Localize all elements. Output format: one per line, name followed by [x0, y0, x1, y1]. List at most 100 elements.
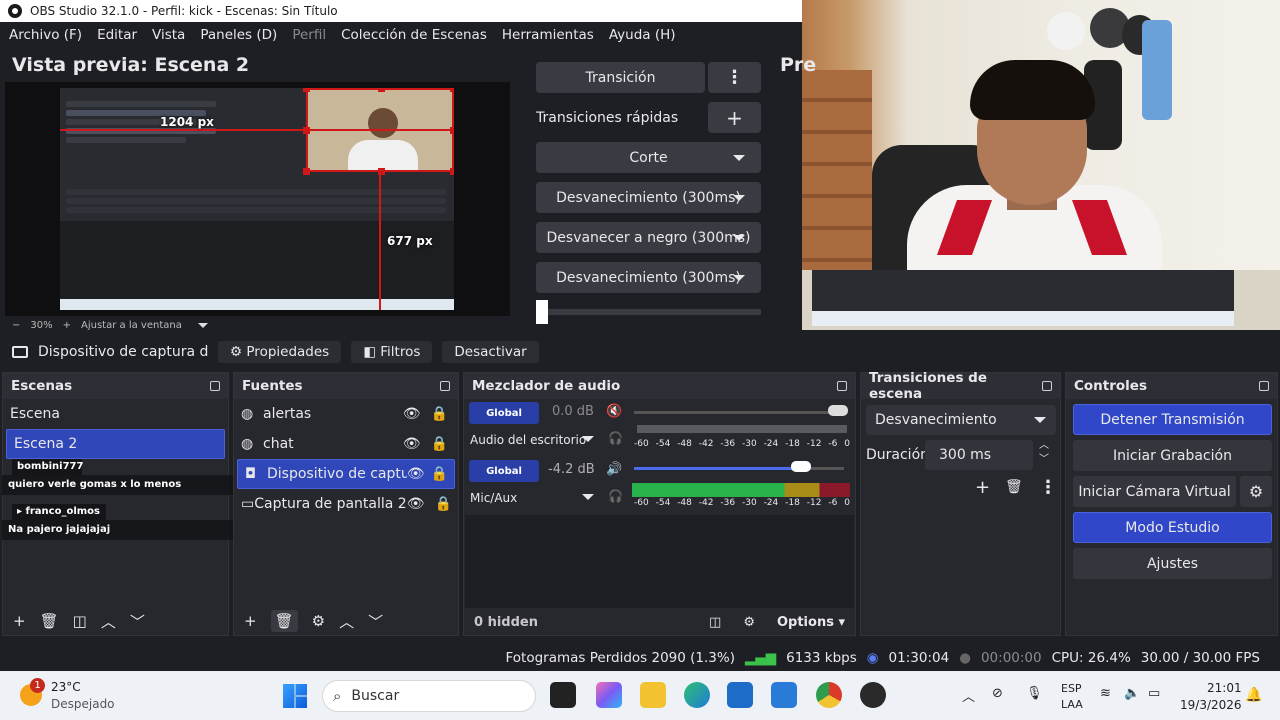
add-icon[interactable]: + [244, 612, 257, 630]
duration-stepper[interactable]: ︿ ﹀ [1039, 439, 1049, 467]
menu-coleccion[interactable]: Colección de Escenas [341, 27, 487, 43]
properties-button[interactable]: ⚙ Propiedades [218, 341, 342, 363]
gear-icon[interactable]: ⚙ [1240, 476, 1272, 507]
start-recording-button[interactable]: Iniciar Grabación [1073, 440, 1272, 471]
resize-handle[interactable] [450, 168, 454, 175]
transition-slider-handle[interactable] [536, 300, 548, 324]
copilot-icon[interactable] [596, 682, 622, 708]
battery-icon[interactable]: ▭ [1148, 686, 1160, 701]
clock-date[interactable]: 19/3/2026 [1180, 698, 1242, 712]
gear-icon[interactable]: ⚙ [743, 615, 755, 630]
stop-stream-button[interactable]: Detener Transmisión [1073, 404, 1272, 435]
volume-slider-handle[interactable] [791, 461, 811, 472]
microphone-icon[interactable]: 🎙 [1026, 686, 1043, 701]
global-badge[interactable]: Global [469, 460, 539, 482]
scene-item[interactable]: Escena [3, 399, 228, 429]
menu-archivo[interactable]: Archivo (F) [9, 27, 82, 43]
notification-bell-icon[interactable]: 🔔 [1245, 687, 1262, 703]
eye-icon[interactable]: 👁 [407, 466, 425, 482]
wifi-icon[interactable]: ≋ [1100, 686, 1111, 701]
source-item[interactable]: ◍ alertas 👁 🔒 [234, 399, 458, 429]
chevron-down-icon[interactable] [582, 436, 594, 442]
resize-handle[interactable] [303, 168, 310, 175]
eye-icon[interactable]: 👁 [403, 436, 421, 452]
filters-button[interactable]: ◧ Filtros [351, 341, 433, 363]
obs-taskbar-icon[interactable] [860, 682, 886, 708]
trash-icon[interactable]: 🗑 [40, 612, 59, 630]
lock-icon[interactable]: 🔒 [431, 466, 448, 482]
chevron-down-icon[interactable] [197, 322, 208, 328]
studio-mode-button[interactable]: Modo Estudio [1073, 512, 1272, 543]
more-vertical-icon[interactable]: ⋮ [1039, 477, 1057, 498]
source-item-selected[interactable]: ◘Dispositivo de captura👁🔒 [237, 459, 455, 489]
eye-icon[interactable]: 👁 [403, 406, 421, 422]
lock-icon[interactable]: 🔒 [431, 436, 448, 452]
deactivate-button[interactable]: Desactivar [442, 341, 539, 363]
scene-item-selected[interactable]: Escena 2 [6, 429, 225, 459]
volume-slider-handle[interactable] [828, 405, 848, 416]
menu-perfil[interactable]: Perfil [292, 27, 326, 43]
chevron-up-icon[interactable]: ︿ [339, 611, 354, 632]
gear-icon[interactable]: ⚙ [312, 612, 325, 630]
edge-icon[interactable] [684, 682, 710, 708]
zoom-out-button[interactable]: − [12, 320, 20, 331]
file-explorer-icon[interactable] [640, 682, 666, 708]
global-badge[interactable]: Global [469, 402, 539, 424]
chevron-up-icon[interactable]: ︿ [101, 611, 116, 632]
virtual-camera-button[interactable]: Iniciar Cámara Virtual [1073, 476, 1236, 507]
quick-transition-fade-black[interactable]: Desvanecer a negro (300ms) [536, 222, 761, 253]
quick-transition-fade-1[interactable]: Desvanecimiento (300ms) [536, 182, 761, 213]
resize-handle[interactable] [450, 88, 454, 92]
duration-input[interactable]: 300 ms [925, 440, 1033, 470]
chevron-down-icon[interactable] [582, 494, 594, 500]
resize-handle[interactable] [378, 88, 385, 92]
lang-code[interactable]: ESP [1061, 682, 1082, 695]
menu-editar[interactable]: Editar [97, 27, 137, 43]
zoom-fit[interactable]: Ajustar a la ventana [81, 320, 182, 331]
float-icon[interactable] [1259, 381, 1269, 391]
eye-icon[interactable]: 👁 [407, 496, 425, 512]
trash-icon[interactable]: 🗑 [1005, 479, 1023, 495]
menu-herramientas[interactable]: Herramientas [502, 27, 594, 43]
outlook-icon[interactable] [771, 682, 797, 708]
source-item[interactable]: ◍ chat 👁 🔒 [234, 429, 458, 459]
source-item[interactable]: ▭ Captura de pantalla 2 👁 🔒 [234, 489, 458, 519]
chevron-down-icon[interactable]: ﹀ [130, 611, 145, 632]
chrome-icon[interactable] [816, 682, 842, 708]
menu-ayuda[interactable]: Ayuda (H) [609, 27, 676, 43]
network-off-icon[interactable]: ⊘ [992, 686, 1003, 701]
float-icon[interactable] [210, 381, 220, 391]
add-icon[interactable]: + [13, 612, 26, 630]
settings-button[interactable]: Ajustes [1073, 548, 1272, 579]
task-view-icon[interactable] [550, 682, 576, 708]
lang-layout[interactable]: LAA [1061, 698, 1083, 711]
chevron-up-icon[interactable]: ︿ [962, 686, 975, 705]
quick-transition-fade-2[interactable]: Desvanecimiento (300ms) [536, 262, 761, 293]
volume-icon[interactable]: 🔈 [1124, 686, 1140, 701]
more-vertical-icon[interactable]: ⋮ [708, 62, 761, 93]
lock-icon[interactable]: 🔒 [434, 496, 451, 512]
transition-button[interactable]: Transición [536, 62, 705, 93]
speaker-icon[interactable]: 🔊 [606, 462, 622, 477]
store-icon[interactable] [727, 682, 753, 708]
float-icon[interactable] [1042, 381, 1052, 391]
chevron-down-icon[interactable]: ﹀ [368, 611, 383, 632]
preview-canvas[interactable]: 1204 px 677 px [60, 88, 454, 310]
options-button[interactable]: Options ▾ [777, 615, 845, 630]
filter-icon[interactable]: ◫ [73, 612, 87, 630]
trash-icon[interactable]: 🗑 [270, 610, 298, 632]
volume-slider[interactable] [634, 467, 804, 470]
transition-select[interactable]: Desvanecimiento [866, 405, 1056, 435]
add-icon[interactable]: + [975, 477, 990, 498]
menu-vista[interactable]: Vista [152, 27, 185, 43]
volume-slider[interactable] [634, 411, 844, 414]
resize-handle[interactable] [303, 88, 310, 92]
float-icon[interactable] [837, 381, 847, 391]
menu-paneles[interactable]: Paneles (D) [200, 27, 277, 43]
layout-icon[interactable]: ◫ [709, 615, 721, 630]
float-icon[interactable] [440, 381, 450, 391]
add-quick-transition-button[interactable]: + [708, 102, 761, 133]
clock-time[interactable]: 21:01 [1207, 681, 1242, 695]
lock-icon[interactable]: 🔒 [431, 406, 448, 422]
taskbar-search[interactable]: ⌕ Buscar [322, 680, 536, 712]
